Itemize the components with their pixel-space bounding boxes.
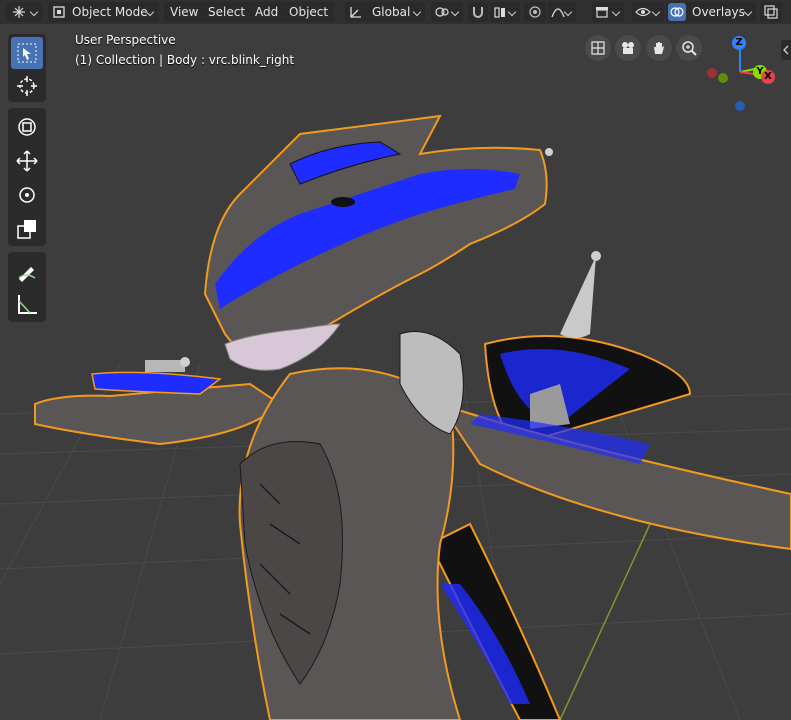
transform-orientation-dropdown[interactable]: Global: [345, 2, 425, 22]
chevron-left-icon: [783, 45, 789, 55]
menu-select[interactable]: Select: [202, 2, 252, 22]
select-box-icon: [17, 43, 37, 63]
overlays-circles-icon: [670, 7, 684, 17]
sidebar-toggle[interactable]: [781, 40, 791, 60]
proportional-edit-toggle[interactable]: [524, 2, 546, 22]
proportional-falloff-dropdown[interactable]: [548, 2, 576, 22]
3d-viewport[interactable]: User Perspective (1) Collection | Body :…: [0, 24, 791, 720]
measure-tool[interactable]: [11, 288, 43, 320]
pan-view-button[interactable]: [646, 35, 672, 61]
overlays-label: Overlays: [692, 5, 745, 19]
pivot-icon: [435, 7, 449, 17]
menu-add[interactable]: Add: [249, 2, 285, 22]
mode-dropdown[interactable]: Object Mode: [48, 2, 158, 22]
zoom-view-button[interactable]: [676, 35, 702, 61]
transform-icon: [18, 118, 36, 136]
menu-object[interactable]: Object: [283, 2, 335, 22]
annotate-tool[interactable]: [11, 255, 43, 287]
tool-group-annotate: [8, 252, 46, 322]
cursor-icon: [17, 76, 37, 96]
tool-group-transform: [8, 108, 46, 246]
object-type-visibility-dropdown[interactable]: [592, 2, 624, 22]
gizmo-x-axis[interactable]: X: [761, 70, 775, 84]
gizmo-neg-y[interactable]: [718, 73, 728, 83]
archive-icon: [596, 7, 608, 18]
snap-target-dropdown[interactable]: [490, 2, 520, 22]
move-all-tool[interactable]: [11, 111, 43, 143]
camera-icon: [622, 42, 634, 54]
proportional-edit-icon: [529, 6, 541, 18]
orientation-label: Global: [372, 5, 411, 19]
xray-toggle[interactable]: [760, 2, 782, 22]
magnet-icon: [473, 7, 483, 18]
bone-cone: [560, 256, 596, 338]
tool-group-select: [8, 34, 46, 102]
3d-viewport-icon: [13, 6, 25, 18]
scene-render: [0, 114, 791, 720]
rotate-icon: [19, 187, 35, 203]
perspective-label: User Perspective: [75, 33, 176, 47]
gizmo-visibility-dropdown[interactable]: [632, 2, 664, 22]
gizmo-z-axis[interactable]: Z: [732, 36, 746, 50]
move-tool[interactable]: [11, 145, 43, 177]
scale-tool[interactable]: [11, 213, 43, 245]
falloff-curve-icon: [551, 8, 565, 18]
toggle-quad-view-button[interactable]: [585, 35, 611, 61]
move-arrows-icon: [16, 150, 38, 172]
ruler-icon: [18, 295, 37, 314]
eye: [331, 197, 355, 207]
scale-icon: [17, 220, 36, 239]
eye-arrow-icon: [635, 7, 651, 17]
x-axis-label: X: [764, 71, 772, 82]
camera-view-button[interactable]: [615, 35, 641, 61]
object-mode-icon: [53, 6, 65, 18]
overlays-dropdown[interactable]: Overlays: [666, 2, 756, 22]
snap-toggle[interactable]: [468, 2, 488, 22]
snap-increment-icon: [494, 7, 505, 18]
xray-icon: [764, 5, 778, 19]
select-box-tool[interactable]: [11, 37, 43, 69]
viewport-header: Object Mode View Select Add Object Globa…: [0, 0, 791, 24]
rotate-tool[interactable]: [11, 179, 43, 211]
grid-view-icon: [591, 41, 605, 55]
mode-label: Object Mode: [72, 5, 148, 19]
editor-type-button[interactable]: [6, 2, 42, 22]
menu-view[interactable]: View: [164, 2, 205, 22]
hand-icon: [654, 42, 664, 54]
pencil-icon: [18, 267, 36, 282]
gizmo-neg-z[interactable]: [735, 101, 745, 111]
orientation-icon: [350, 7, 361, 18]
object-info-label: (1) Collection | Body : vrc.blink_right: [75, 53, 295, 67]
zoom-icon: [682, 41, 697, 56]
z-axis-label: Z: [735, 37, 743, 48]
cursor-tool[interactable]: [11, 71, 43, 103]
gizmo-neg-x[interactable]: [707, 68, 717, 78]
pivot-point-dropdown[interactable]: [431, 2, 463, 22]
